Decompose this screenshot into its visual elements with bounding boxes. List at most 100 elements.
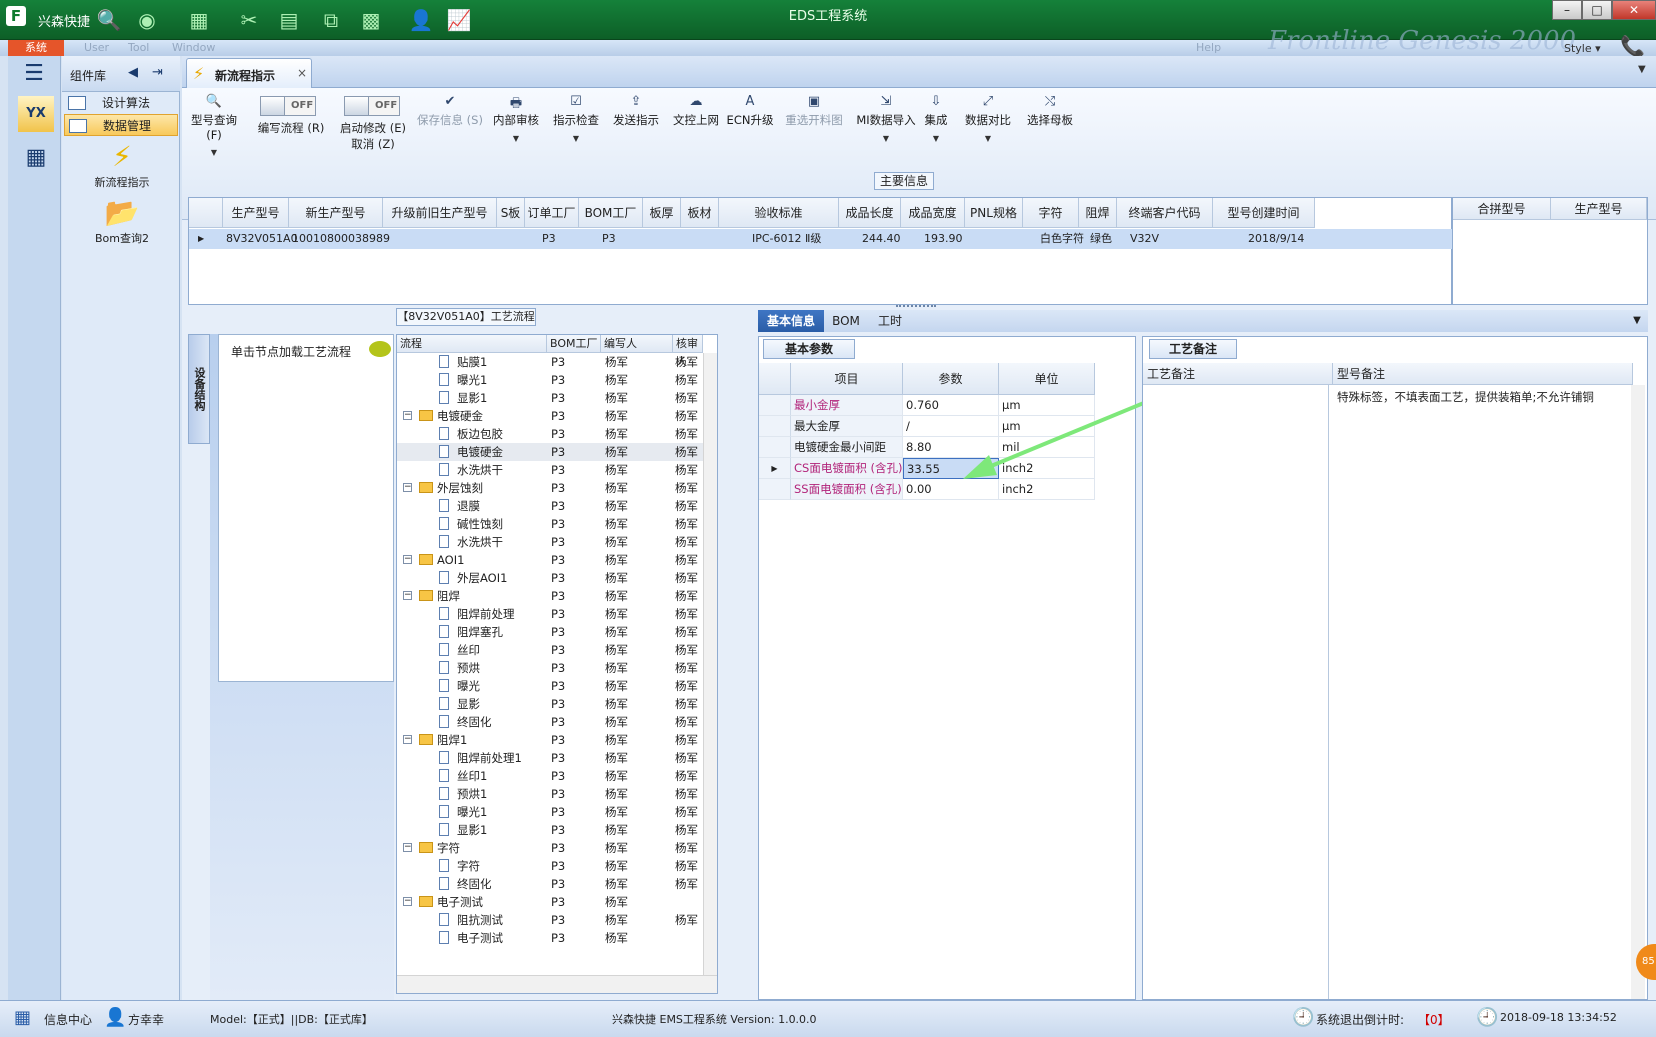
- cell[interactable]: P3: [539, 229, 556, 249]
- chevron-down-icon[interactable]: ▼: [1630, 310, 1644, 332]
- cell[interactable]: 244.40: [859, 229, 901, 249]
- tree-row[interactable]: 曝光1 P3 杨军 杨军: [397, 371, 703, 389]
- close-tab-icon[interactable]: ×: [297, 66, 307, 80]
- col-header[interactable]: 阻焊: [1079, 198, 1117, 228]
- tree-row[interactable]: 显影1 P3 杨军 杨军: [397, 389, 703, 407]
- tab-new-process[interactable]: ⚡ 新流程指示 ×: [186, 58, 312, 88]
- tree-row[interactable]: − 外层蚀刻 P3 杨军 杨军: [397, 479, 703, 497]
- tree-row[interactable]: 外层AOI1 P3 杨军 杨军: [397, 569, 703, 587]
- horizontal-scrollbar[interactable]: [397, 975, 717, 993]
- tree-row[interactable]: 曝光 P3 杨军 杨军: [397, 677, 703, 695]
- col-header[interactable]: 项目: [791, 363, 903, 395]
- library-bom-query-button[interactable]: 📂 Bom查询2: [72, 196, 172, 246]
- chevron-down-icon[interactable]: ▼: [1638, 64, 1646, 75]
- hamburger-menu-icon[interactable]: ☰: [20, 63, 48, 85]
- menu-help[interactable]: Help: [1196, 41, 1221, 54]
- vertical-scrollbar[interactable]: [1631, 385, 1645, 999]
- tree-row[interactable]: − 字符 P3 杨军 杨军: [397, 839, 703, 857]
- tab-work-hours[interactable]: 工时: [870, 310, 910, 332]
- tree-row[interactable]: 预烘1 P3 杨军 杨军: [397, 785, 703, 803]
- tree-row[interactable]: 丝印 P3 杨军 杨军: [397, 641, 703, 659]
- col-header[interactable]: 型号创建时间: [1213, 198, 1315, 228]
- tree-row[interactable]: − 电子测试 P3 杨军: [397, 893, 703, 911]
- windows-grid-icon[interactable]: ▦: [14, 1007, 31, 1028]
- pin-icon[interactable]: ⇥: [152, 65, 163, 80]
- col-header[interactable]: 新生产型号: [289, 198, 383, 228]
- col-header[interactable]: 成品宽度: [901, 198, 965, 228]
- query-model-button[interactable]: 🔍 型号查询 (F) ▼: [182, 94, 246, 157]
- tree-row[interactable]: 显影1 P3 杨军 杨军: [397, 821, 703, 839]
- tree-row[interactable]: 字符 P3 杨军 杨军: [397, 857, 703, 875]
- tree-row[interactable]: 曝光1 P3 杨军 杨军: [397, 803, 703, 821]
- tab-basic-info[interactable]: 基本信息: [758, 310, 824, 332]
- info-center-link[interactable]: 信息中心: [44, 1011, 92, 1028]
- tree-row[interactable]: 水洗烘干 P3 杨军 杨军: [397, 461, 703, 479]
- menu-tool[interactable]: Tool: [128, 41, 149, 54]
- start-modify-toggle[interactable]: OFF: [344, 96, 400, 116]
- col-header[interactable]: 合拼型号: [1453, 198, 1551, 220]
- tree-row[interactable]: 阻焊前处理1 P3 杨军 杨军: [397, 749, 703, 767]
- col-header[interactable]: 字符: [1023, 198, 1079, 228]
- col-header[interactable]: 编写人: [601, 335, 673, 353]
- tree-row[interactable]: 丝印1 P3 杨军 杨军: [397, 767, 703, 785]
- menu-system[interactable]: 系统: [8, 40, 64, 56]
- tree-row[interactable]: − AOI1 P3 杨军 杨军: [397, 551, 703, 569]
- menu-user[interactable]: User: [84, 41, 109, 54]
- collapse-toggle-icon[interactable]: −: [403, 483, 412, 492]
- tree-row[interactable]: 电子测试 P3 杨军: [397, 929, 703, 947]
- tree-row[interactable]: 碱性蚀刻 P3 杨军 杨军: [397, 515, 703, 533]
- tree-row[interactable]: 阻抗测试 P3 杨军 杨军: [397, 911, 703, 929]
- col-header[interactable]: 升级前旧生产型号: [383, 198, 497, 228]
- tab-bom[interactable]: BOM: [828, 310, 864, 332]
- library-item-design-algorithm[interactable]: 设计算法: [64, 92, 178, 114]
- col-header[interactable]: BOM工厂: [547, 335, 601, 353]
- save-info-button[interactable]: ✔ 保存信息 (S): [414, 94, 486, 128]
- col-header[interactable]: 核审人: [673, 335, 703, 368]
- splitter-handle[interactable]: [896, 305, 936, 309]
- style-dropdown[interactable]: Style ▾: [1564, 42, 1601, 55]
- maximize-button[interactable]: □: [1582, 0, 1612, 20]
- yx-module-icon[interactable]: YX: [18, 96, 54, 132]
- tree-row[interactable]: 电镀硬金 P3 杨军 杨军: [397, 443, 703, 461]
- tree-row[interactable]: 阻焊前处理 P3 杨军 杨军: [397, 605, 703, 623]
- cell[interactable]: 8V32V051A0: [223, 229, 298, 249]
- tree-row[interactable]: 终固化 P3 杨军 杨军: [397, 875, 703, 893]
- cell[interactable]: 10010800038989: [289, 229, 390, 249]
- close-button[interactable]: ✕: [1612, 0, 1656, 20]
- cell[interactable]: 白色字符: [1037, 229, 1084, 249]
- cell[interactable]: 绿色: [1087, 229, 1112, 249]
- collapse-toggle-icon[interactable]: −: [403, 735, 412, 744]
- collapse-toggle-icon[interactable]: −: [403, 897, 412, 906]
- col-header[interactable]: 终端客户代码: [1117, 198, 1213, 228]
- tree-row[interactable]: − 阻焊 P3 杨军 杨军: [397, 587, 703, 605]
- calculator-icon[interactable]: ▦: [18, 140, 54, 176]
- library-new-process-button[interactable]: ⚡ 新流程指示: [72, 140, 172, 190]
- cell[interactable]: 193.90: [921, 229, 963, 249]
- tree-row[interactable]: 退膜 P3 杨军 杨军: [397, 497, 703, 515]
- tree-row[interactable]: 水洗烘干 P3 杨军 杨军: [397, 533, 703, 551]
- phone-icon[interactable]: 📞: [1620, 34, 1645, 58]
- tree-row[interactable]: 显影 P3 杨军 杨军: [397, 695, 703, 713]
- tree-row[interactable]: 阻焊塞孔 P3 杨军 杨军: [397, 623, 703, 641]
- collapse-toggle-icon[interactable]: −: [403, 843, 412, 852]
- library-item-data-management[interactable]: 数据管理: [64, 114, 178, 136]
- cancel-label[interactable]: 取消 (Z): [334, 136, 412, 152]
- collapse-toggle-icon[interactable]: −: [403, 555, 412, 564]
- reselect-cutting-button[interactable]: ▣ 重选开料图: [772, 94, 856, 128]
- tree-row[interactable]: 预烘 P3 杨军 杨军: [397, 659, 703, 677]
- col-header[interactable]: 板材: [681, 198, 719, 228]
- arrow-left-icon[interactable]: ◀: [128, 65, 138, 80]
- tree-row[interactable]: 终固化 P3 杨军 杨军: [397, 713, 703, 731]
- equipment-structure-tab[interactable]: 设备结构: [188, 334, 210, 444]
- tree-row[interactable]: − 电镀硬金 P3 杨军 杨军: [397, 407, 703, 425]
- col-header[interactable]: 订单工厂: [525, 198, 579, 228]
- model-notes-text[interactable]: 特殊标签，不填表面工艺，提供装箱单;不允许铺铜: [1337, 389, 1627, 405]
- col-header[interactable]: BOM工厂: [579, 198, 643, 228]
- tree-row[interactable]: 贴膜1 P3 杨军 杨军: [397, 353, 703, 371]
- cell[interactable]: P3: [599, 229, 616, 249]
- col-header[interactable]: 验收标准: [719, 198, 839, 228]
- table-row[interactable]: ▶ 8V32V051A0 10010800038989 P3 P3 IPC-60…: [189, 229, 1453, 249]
- collapse-toggle-icon[interactable]: −: [403, 411, 412, 420]
- process-notes-textarea[interactable]: [1143, 385, 1329, 999]
- col-header[interactable]: 板厚: [643, 198, 681, 228]
